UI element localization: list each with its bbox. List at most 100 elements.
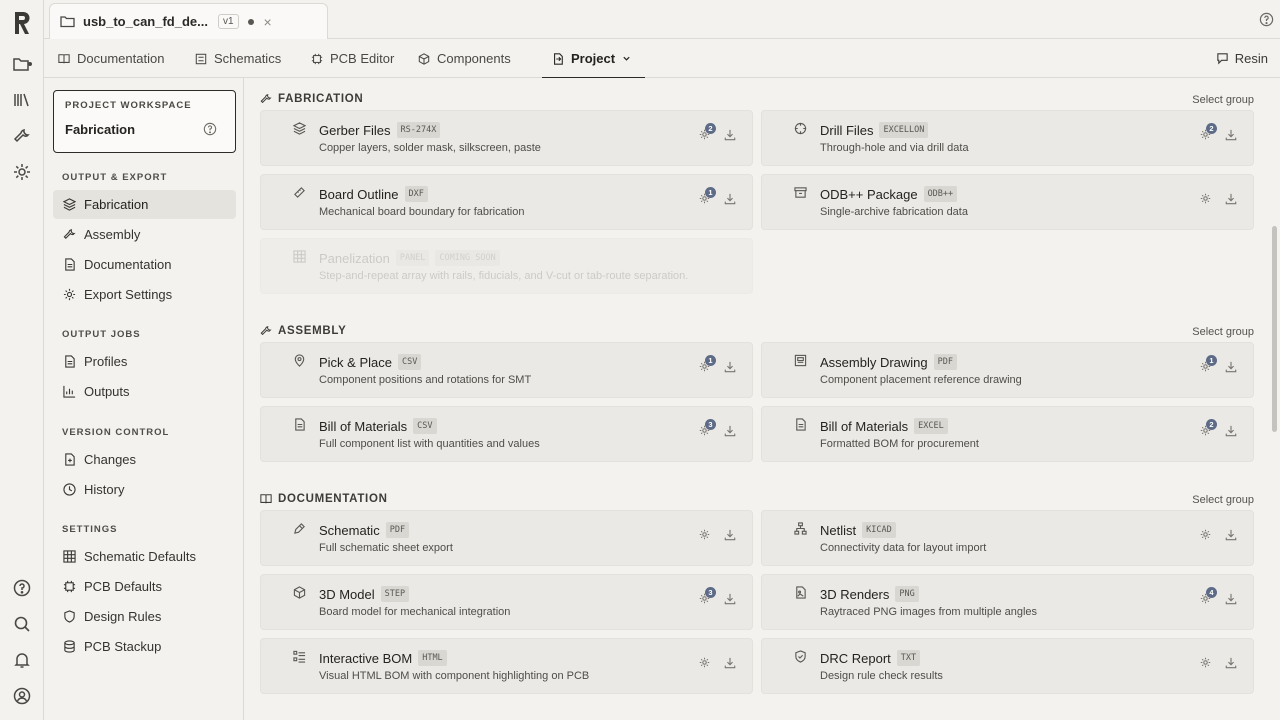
gear-icon[interactable] (10, 160, 34, 184)
output-card[interactable]: Bill of Materials EXCEL Formatted BOM for … (761, 406, 1254, 462)
tab-documentation[interactable]: Documentation (58, 39, 164, 78)
output-card[interactable]: Pick & Place CSV Component positions and r… (260, 342, 753, 398)
output-card[interactable]: Netlist KICAD Connectivity data for layout… (761, 510, 1254, 566)
select-group-button[interactable]: Select group (1192, 494, 1254, 506)
sidebar-item-outputs[interactable]: Outputs (53, 377, 236, 406)
sidebar-item-design-rules[interactable]: Design Rules (53, 602, 236, 631)
card-title: Panelization (319, 250, 390, 266)
card-title-row: Panelization PANEL COMING SOON (319, 250, 500, 266)
tab-components[interactable]: Components (418, 39, 511, 78)
download-icon[interactable] (724, 425, 736, 437)
document-icon (293, 418, 306, 431)
card-title: 3D Model (319, 586, 375, 602)
gear-icon[interactable] (1200, 193, 1211, 204)
download-icon[interactable] (724, 129, 736, 141)
close-tab-button[interactable]: × (264, 14, 272, 30)
output-card[interactable]: Schematic PDF Full schematic sheet export (260, 510, 753, 566)
config-count-badge: 1 (705, 187, 716, 198)
output-card[interactable]: Gerber Files RS-274X Copper layers, solder… (260, 110, 753, 166)
card-title: ODB++ Package (820, 186, 918, 202)
layers-icon (293, 122, 306, 135)
card-title: Board Outline (319, 186, 399, 202)
sidebar-item-label: Documentation (84, 257, 172, 272)
folder-icon[interactable] (10, 52, 34, 76)
output-card[interactable]: Drill Files EXCELLON Through-hole and via … (761, 110, 1254, 166)
bell-icon[interactable] (10, 648, 34, 672)
card-title-row: Bill of Materials EXCEL (820, 418, 948, 434)
format-badge: HTML (418, 650, 447, 666)
sidebar-item-fabrication[interactable]: Fabrication (53, 190, 236, 219)
sidebar-item-profiles[interactable]: Profiles (53, 347, 236, 376)
group-heading-fabrication: FABRICATION (260, 93, 363, 105)
grid-icon (63, 550, 76, 563)
gear-icon[interactable] (1200, 657, 1211, 668)
download-icon[interactable] (1225, 425, 1237, 437)
output-card[interactable]: Board Outline DXF Mechanical board boundar… (260, 174, 753, 230)
sidebar-item-pcb-defaults[interactable]: PCB Defaults (53, 572, 236, 601)
group-title: DOCUMENTATION (278, 493, 388, 505)
download-icon[interactable] (1225, 593, 1237, 605)
document-icon (794, 418, 807, 431)
output-card[interactable]: 3D Renders PNG Raytraced PNG images from m… (761, 574, 1254, 630)
select-group-button[interactable]: Select group (1192, 94, 1254, 106)
card-description: Connectivity data for layout import (820, 542, 987, 554)
download-icon[interactable] (724, 593, 736, 605)
download-icon[interactable] (1225, 129, 1237, 141)
output-card[interactable]: DRC Report TXT Design rule check results (761, 638, 1254, 694)
output-card[interactable]: Bill of Materials CSV Full component list … (260, 406, 753, 462)
format-badge: PDF (385, 522, 410, 538)
card-title-row: Interactive BOM HTML (319, 650, 447, 666)
scrollbar[interactable] (1272, 226, 1277, 432)
file-tab-name: usb_to_can_fd_de... (83, 14, 208, 29)
tab-project[interactable]: Project (541, 39, 646, 79)
file-tab[interactable]: usb_to_can_fd_de... v1 × (49, 3, 328, 39)
card-title-row: 3D Renders PNG (820, 586, 919, 602)
card-description: Copper layers, solder mask, silkscreen, … (319, 142, 541, 154)
download-icon[interactable] (724, 193, 736, 205)
tab-schematics[interactable]: Schematics (195, 39, 281, 78)
sidebar-item-pcb-stackup[interactable]: PCB Stackup (53, 632, 236, 661)
config-count-badge: 1 (1206, 355, 1217, 366)
library-icon[interactable] (10, 88, 34, 112)
workspace-selector[interactable]: PROJECT WORKSPACE Fabrication (53, 90, 236, 153)
tab-label: Project (571, 51, 616, 66)
help-icon[interactable] (203, 122, 217, 136)
help-icon[interactable] (1259, 12, 1274, 27)
download-icon[interactable] (1225, 529, 1237, 541)
card-title: Gerber Files (319, 122, 391, 138)
output-card[interactable]: 3D Model STEP Board model for mechanical i… (260, 574, 753, 630)
card-description: Component positions and rotations for SM… (319, 374, 532, 386)
help-icon[interactable] (10, 576, 34, 600)
gear-icon[interactable] (699, 657, 710, 668)
resin-logo-icon[interactable] (10, 9, 34, 37)
sidebar-item-documentation[interactable]: Documentation (53, 250, 236, 279)
search-icon[interactable] (10, 612, 34, 636)
download-icon[interactable] (724, 657, 736, 669)
main-panel: FABRICATION Select group Gerber Files RS-27… (244, 78, 1280, 720)
download-icon[interactable] (1225, 193, 1237, 205)
download-icon[interactable] (1225, 657, 1237, 669)
sidebar-item-changes[interactable]: Changes (53, 445, 236, 474)
user-icon[interactable] (10, 684, 34, 708)
output-card[interactable]: Assembly Drawing PDF Component placement r… (761, 342, 1254, 398)
sidebar-item-assembly[interactable]: Assembly (53, 220, 236, 249)
resin-button[interactable]: Resin (1216, 39, 1268, 78)
output-card[interactable]: ODB++ Package ODB++ Single-archive fabrica… (761, 174, 1254, 230)
wrench-icon[interactable] (10, 124, 34, 148)
wrench-icon (63, 228, 76, 241)
gear-icon[interactable] (1200, 529, 1211, 540)
download-icon[interactable] (724, 361, 736, 373)
select-group-button[interactable]: Select group (1192, 326, 1254, 338)
download-icon[interactable] (1225, 361, 1237, 373)
card-title-row: Netlist KICAD (820, 522, 896, 538)
gear-icon[interactable] (699, 529, 710, 540)
format-badge: PANEL (395, 250, 430, 266)
top-bar: usb_to_can_fd_de... v1 × (44, 0, 1280, 39)
download-icon[interactable] (724, 529, 736, 541)
sidebar-item-export-settings[interactable]: Export Settings (53, 280, 236, 309)
sidebar-item-label: Assembly (84, 227, 141, 242)
sidebar-item-history[interactable]: History (53, 475, 236, 504)
sidebar-item-schematic-defaults[interactable]: Schematic Defaults (53, 542, 236, 571)
tab-pcb-editor[interactable]: PCB Editor (311, 39, 394, 78)
output-card[interactable]: Interactive BOM HTML Visual HTML BOM with … (260, 638, 753, 694)
